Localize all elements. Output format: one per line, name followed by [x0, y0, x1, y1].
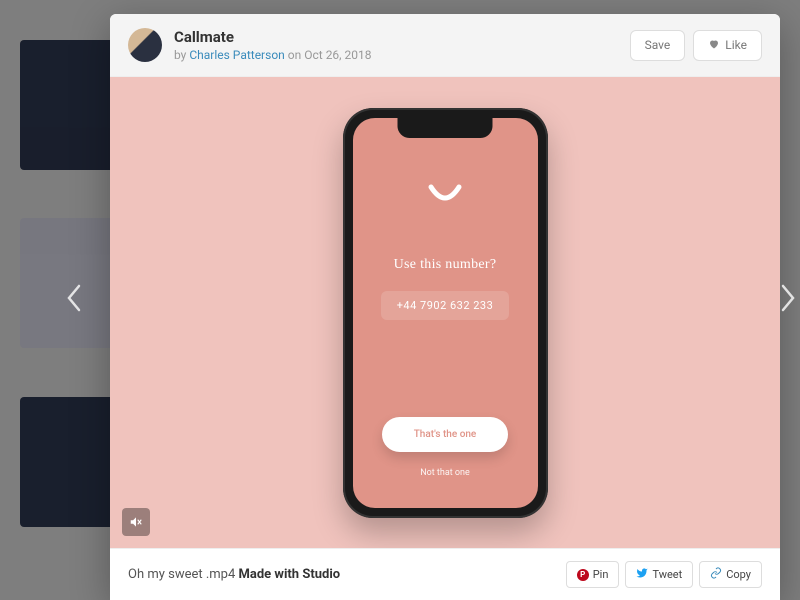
author-link[interactable]: Charles Patterson: [189, 48, 284, 62]
shot-title: Callmate: [174, 28, 630, 46]
title-block: Callmate by Charles Patterson on Oct 26,…: [174, 28, 630, 62]
copy-label: Copy: [726, 568, 751, 581]
share-buttons: P Pin Tweet Copy: [566, 561, 762, 588]
footer-caption: Oh my sweet .mp4 Made with Studio: [128, 567, 566, 582]
twitter-icon: [636, 567, 648, 582]
confirm-button: That's the one: [382, 417, 509, 452]
shot-date: Oct 26, 2018: [304, 48, 371, 62]
pin-button[interactable]: P Pin: [566, 561, 620, 588]
modal-header: Callmate by Charles Patterson on Oct 26,…: [110, 14, 780, 77]
speaker-muted-icon: [129, 515, 143, 529]
caption-prefix: Oh my sweet .mp4: [128, 567, 239, 582]
modal-footer: Oh my sweet .mp4 Made with Studio P Pin …: [110, 548, 780, 600]
save-label: Save: [645, 38, 671, 52]
next-shot-arrow[interactable]: [779, 283, 797, 317]
phone-screen: Use this number? +44 7902 632 233 That's…: [353, 118, 538, 508]
pin-label: Pin: [593, 568, 609, 581]
shot-canvas: Use this number? +44 7902 632 233 That's…: [110, 77, 780, 548]
header-actions: Save Like: [630, 30, 762, 61]
smile-icon: [425, 183, 465, 207]
prompt-text: Use this number?: [394, 257, 497, 273]
mute-button[interactable]: [122, 508, 150, 536]
author-avatar[interactable]: [128, 28, 162, 62]
tweet-label: Tweet: [652, 568, 682, 581]
like-button[interactable]: Like: [693, 30, 762, 61]
byline: by Charles Patterson on Oct 26, 2018: [174, 48, 630, 62]
by-prefix: by: [174, 48, 186, 62]
phone-frame: Use this number? +44 7902 632 233 That's…: [343, 108, 548, 518]
phone-number-chip: +44 7902 632 233: [381, 291, 510, 320]
on-prefix: on: [288, 48, 301, 62]
tweet-button[interactable]: Tweet: [625, 561, 693, 588]
save-button[interactable]: Save: [630, 30, 686, 61]
shot-modal: Callmate by Charles Patterson on Oct 26,…: [110, 14, 780, 600]
caption-bold: Made with Studio: [239, 567, 341, 582]
like-label: Like: [725, 38, 747, 52]
cta-group: That's the one Not that one: [373, 417, 518, 478]
pinterest-icon: P: [577, 569, 589, 581]
heart-icon: [708, 38, 720, 53]
phone-notch: [398, 118, 493, 138]
prev-shot-arrow[interactable]: [65, 283, 83, 317]
decline-link: Not that one: [420, 468, 470, 478]
copy-button[interactable]: Copy: [699, 561, 762, 588]
link-icon: [710, 567, 722, 582]
